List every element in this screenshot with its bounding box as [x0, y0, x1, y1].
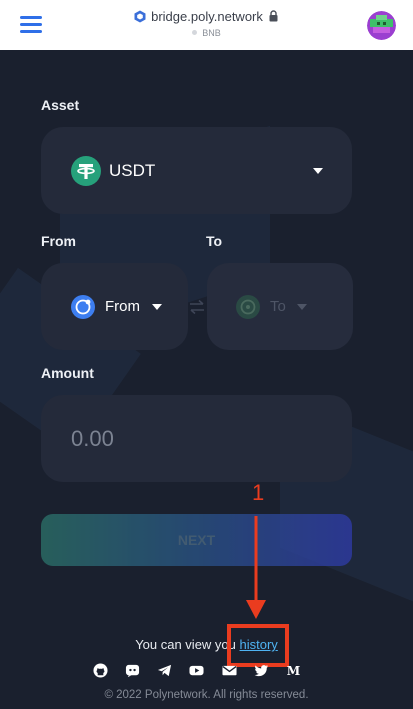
network-name: BNB [202, 28, 221, 38]
poly-network-logo-icon [134, 10, 146, 23]
youtube-icon[interactable] [189, 662, 205, 678]
telegram-icon[interactable] [157, 662, 173, 678]
from-label: From [41, 233, 76, 249]
mail-icon[interactable] [221, 662, 237, 678]
svg-text:M: M [287, 664, 300, 678]
address-bar[interactable]: bridge.poly.network [0, 9, 413, 24]
chevron-down-icon [152, 304, 162, 310]
chevron-down-icon [297, 304, 307, 310]
annotation-number: 1 [252, 480, 265, 505]
network-indicator: BNB [0, 28, 413, 38]
amount-field [41, 395, 352, 482]
github-icon[interactable] [92, 662, 108, 678]
swap-icon[interactable] [188, 298, 206, 316]
browser-bar: bridge.poly.network BNB [0, 0, 413, 50]
chain-icon [71, 295, 95, 319]
copyright-footer: © 2022 Polynetwork. All rights reserved. [104, 689, 309, 701]
to-chain-select[interactable]: To [207, 263, 353, 350]
annotation-arrow-icon [246, 516, 266, 619]
chain-icon [236, 295, 260, 319]
twitter-icon[interactable] [254, 662, 270, 678]
social-links: M [92, 660, 302, 680]
history-prompt: You can view you history [0, 637, 413, 652]
amount-label: Amount [41, 365, 94, 381]
asset-label: Asset [41, 97, 80, 113]
history-text: You can view you [135, 637, 236, 652]
url-text: bridge.poly.network [151, 9, 263, 24]
asset-select[interactable]: USDT [41, 127, 352, 214]
medium-icon[interactable]: M [286, 662, 302, 678]
avatar-icon [367, 11, 396, 40]
lock-icon [269, 10, 278, 22]
avatar[interactable] [367, 11, 396, 40]
discord-icon[interactable] [124, 662, 140, 678]
tether-icon [71, 156, 101, 186]
from-chain-value: From [105, 298, 140, 315]
to-chain-value: To [270, 298, 286, 315]
asset-value: USDT [109, 161, 156, 180]
amount-input[interactable] [71, 423, 321, 455]
chevron-down-icon [313, 168, 323, 174]
network-dot-icon [192, 30, 198, 35]
from-chain-select[interactable]: From [41, 263, 188, 350]
to-label: To [206, 233, 223, 249]
next-button[interactable]: NEXT [41, 514, 352, 566]
